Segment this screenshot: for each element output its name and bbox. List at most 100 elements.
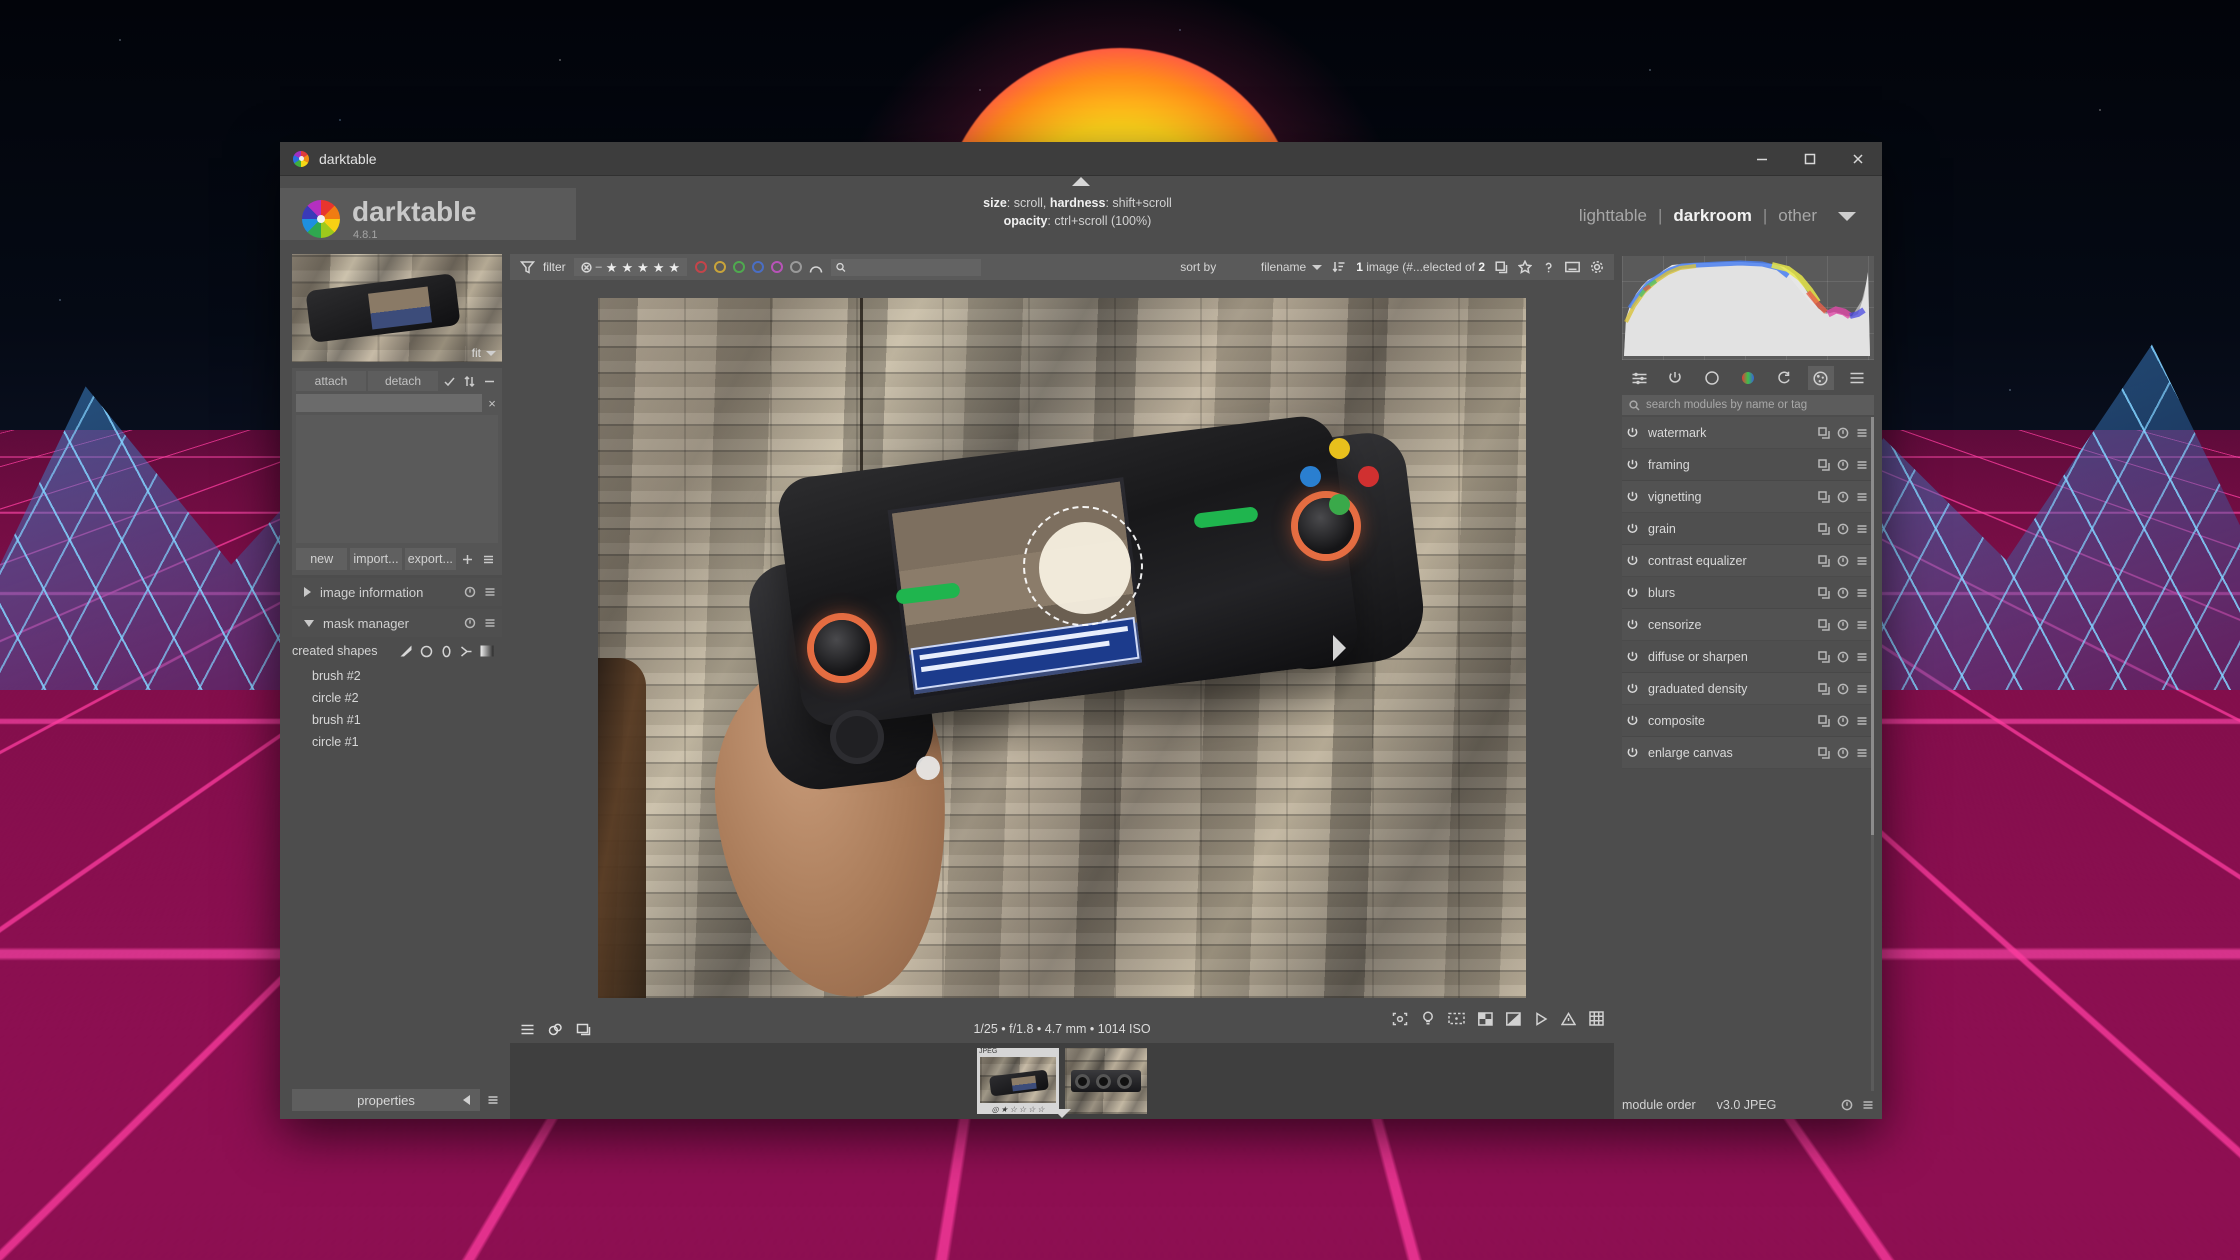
module-row-blurs[interactable]: blurs bbox=[1622, 577, 1874, 609]
image-canvas[interactable] bbox=[510, 280, 1614, 1015]
reset-icon[interactable] bbox=[1837, 491, 1849, 503]
tab-presets-menu[interactable] bbox=[1844, 366, 1870, 390]
softproof-icon[interactable] bbox=[1534, 1011, 1548, 1026]
tab-color-group[interactable] bbox=[1735, 366, 1761, 390]
module-row-watermark[interactable]: watermark bbox=[1622, 417, 1874, 449]
check-icon[interactable] bbox=[440, 375, 458, 388]
module-order-value[interactable]: v3.0 JPEG bbox=[1717, 1098, 1777, 1112]
module-list[interactable]: watermark framing vignetting grain contr… bbox=[1622, 417, 1874, 1091]
star-icon[interactable]: ★ bbox=[668, 261, 680, 274]
presets-icon[interactable] bbox=[480, 553, 498, 566]
gear-icon[interactable] bbox=[1590, 260, 1604, 274]
tag-list[interactable] bbox=[296, 415, 498, 543]
star-icon[interactable]: ★ bbox=[653, 261, 665, 274]
presets-icon[interactable] bbox=[484, 617, 496, 629]
darkroom-image[interactable] bbox=[598, 297, 1526, 998]
list-item[interactable]: JPEG ◎ ★ ☆ ☆ ☆ ☆ bbox=[977, 1048, 1059, 1114]
reset-icon[interactable] bbox=[1837, 427, 1849, 439]
star-icon[interactable]: ☆ bbox=[1010, 1105, 1017, 1114]
star-icon[interactable]: ★ bbox=[621, 261, 633, 274]
properties-button[interactable]: properties bbox=[292, 1089, 480, 1111]
import-tags-button[interactable]: import... bbox=[350, 548, 402, 570]
brush-icon[interactable] bbox=[399, 644, 413, 658]
power-icon[interactable] bbox=[1626, 554, 1639, 567]
presets-icon[interactable] bbox=[1856, 619, 1868, 631]
gradient-icon[interactable] bbox=[480, 645, 494, 657]
guides-icon[interactable] bbox=[1448, 1012, 1465, 1025]
power-icon[interactable] bbox=[1626, 650, 1639, 663]
presets-icon[interactable] bbox=[1856, 459, 1868, 471]
histogram[interactable] bbox=[1622, 256, 1874, 360]
presets-icon[interactable] bbox=[1856, 715, 1868, 727]
power-icon[interactable] bbox=[1626, 522, 1639, 535]
list-item[interactable]: brush #2 bbox=[288, 665, 502, 687]
power-icon[interactable] bbox=[1626, 682, 1639, 695]
power-icon[interactable] bbox=[1626, 746, 1639, 759]
duplicate-icon[interactable] bbox=[1495, 260, 1508, 274]
list-item[interactable]: circle #1 bbox=[288, 731, 502, 753]
thumbnail-rating[interactable]: ◎ ★ ☆ ☆ ☆ ☆ bbox=[977, 1105, 1059, 1114]
multi-instance-icon[interactable] bbox=[1818, 746, 1830, 759]
reset-icon[interactable] bbox=[1837, 619, 1849, 631]
tab-correction-group[interactable] bbox=[1771, 366, 1797, 390]
module-row-graduated-density[interactable]: graduated density bbox=[1622, 673, 1874, 705]
top-panel-toggle-strip[interactable] bbox=[280, 176, 1882, 188]
presets-icon[interactable] bbox=[1856, 427, 1868, 439]
module-row-diffuse-or-sharpen[interactable]: diffuse or sharpen bbox=[1622, 641, 1874, 673]
module-list-scrollbar[interactable] bbox=[1871, 417, 1874, 1091]
reset-icon[interactable] bbox=[1841, 1099, 1853, 1111]
reset-icon[interactable] bbox=[464, 586, 476, 598]
tab-active-modules[interactable] bbox=[1626, 366, 1652, 390]
zoom-mode-selector[interactable]: fit bbox=[472, 346, 496, 360]
multi-instance-icon[interactable] bbox=[1818, 586, 1830, 599]
reset-icon[interactable] bbox=[1837, 587, 1849, 599]
reset-icon[interactable] bbox=[1837, 555, 1849, 567]
power-icon[interactable] bbox=[1626, 490, 1639, 503]
reset-icon[interactable] bbox=[1837, 651, 1849, 663]
multi-instance-icon[interactable] bbox=[1818, 650, 1830, 663]
star-icon[interactable]: ★ bbox=[606, 261, 618, 274]
module-row-enlarge-canvas[interactable]: enlarge canvas bbox=[1622, 737, 1874, 769]
presets-icon[interactable] bbox=[1862, 1099, 1874, 1111]
list-item[interactable]: brush #1 bbox=[288, 709, 502, 731]
color-label-grey-icon[interactable] bbox=[790, 261, 803, 273]
star-icon[interactable]: ☆ bbox=[1019, 1105, 1026, 1114]
color-label-blue-icon[interactable] bbox=[752, 261, 765, 273]
view-mode-lighttable[interactable]: lighttable bbox=[1579, 206, 1647, 226]
rating-filter[interactable]: – ★ ★ ★ ★ ★ bbox=[573, 258, 688, 276]
color-label-all-icon[interactable] bbox=[809, 262, 823, 273]
view-mode-other[interactable]: other bbox=[1778, 206, 1817, 226]
reset-icon[interactable] bbox=[1837, 683, 1849, 695]
shortcuts-icon[interactable] bbox=[1565, 261, 1580, 273]
add-icon[interactable] bbox=[459, 553, 477, 566]
lightbulb-icon[interactable] bbox=[1421, 1011, 1435, 1026]
second-window-icon[interactable] bbox=[576, 1023, 591, 1036]
star-icon[interactable]: ☆ bbox=[1028, 1105, 1035, 1114]
filmstrip[interactable]: JPEG ◎ ★ ☆ ☆ ☆ ☆ bbox=[510, 1043, 1614, 1119]
path-icon[interactable] bbox=[460, 645, 473, 658]
presets-icon[interactable] bbox=[1856, 491, 1868, 503]
hamburger-icon[interactable] bbox=[520, 1023, 535, 1036]
chevron-down-icon[interactable] bbox=[1838, 211, 1856, 221]
window-titlebar[interactable]: darktable bbox=[280, 142, 1882, 176]
help-icon[interactable] bbox=[1542, 261, 1555, 274]
presets-icon[interactable] bbox=[1856, 651, 1868, 663]
tab-effects-group[interactable] bbox=[1807, 366, 1834, 390]
sidebar-item-mask-manager[interactable]: mask manager bbox=[292, 609, 502, 637]
raw-overexposed-icon[interactable] bbox=[1589, 1011, 1604, 1026]
attach-tag-button[interactable]: attach bbox=[296, 371, 366, 391]
reset-icon[interactable] bbox=[1837, 715, 1849, 727]
color-label-green-icon[interactable] bbox=[733, 261, 746, 273]
power-icon[interactable] bbox=[1626, 618, 1639, 631]
list-item[interactable] bbox=[1065, 1048, 1147, 1114]
power-icon[interactable] bbox=[1626, 458, 1639, 471]
tab-tone-group[interactable] bbox=[1699, 366, 1725, 390]
color-label-purple-icon[interactable] bbox=[771, 261, 784, 273]
clear-tag-icon[interactable]: × bbox=[486, 396, 498, 411]
maximize-button[interactable] bbox=[1786, 142, 1834, 175]
list-item[interactable]: circle #2 bbox=[288, 687, 502, 709]
color-label-red-icon[interactable] bbox=[695, 261, 708, 273]
sidebar-item-image-information[interactable]: image information bbox=[292, 578, 502, 606]
new-tag-button[interactable]: new bbox=[296, 548, 348, 570]
reset-icon[interactable] bbox=[1837, 523, 1849, 535]
